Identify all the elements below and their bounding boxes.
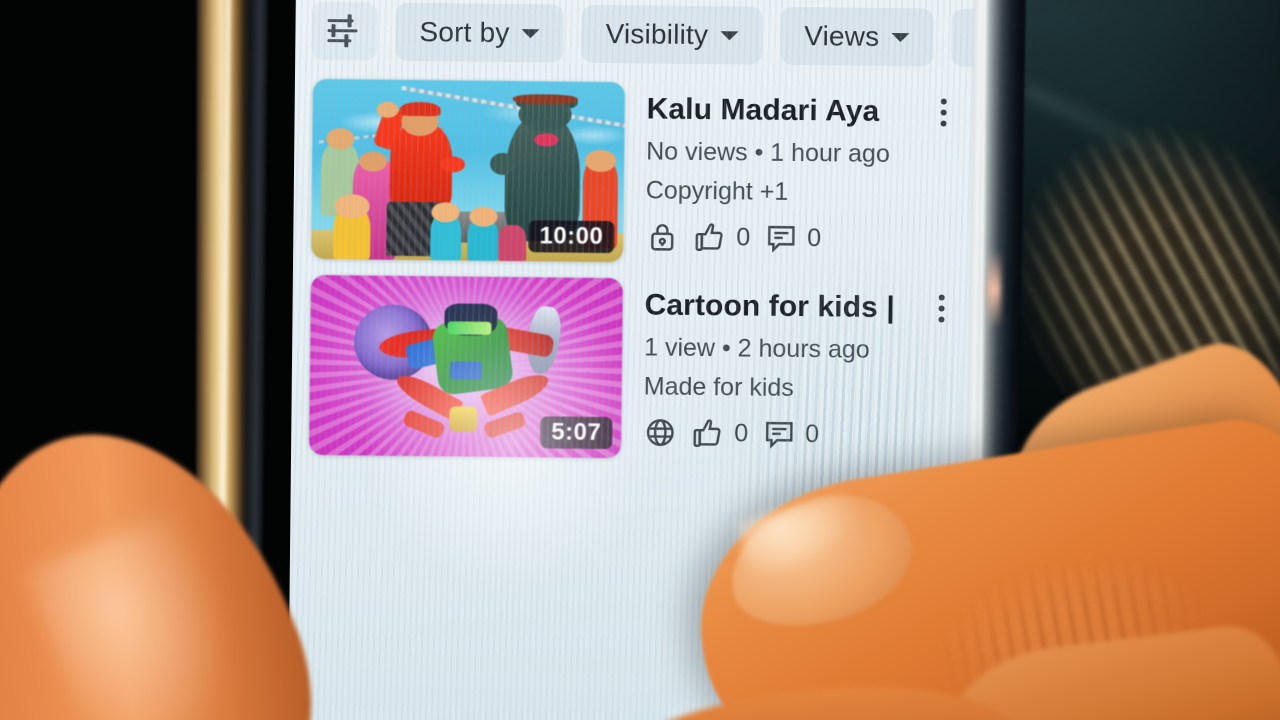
views-chip[interactable]: Views — [779, 6, 934, 67]
like-count: 0 — [691, 416, 748, 451]
video-options-menu-button[interactable] — [926, 287, 956, 329]
video-list-item[interactable]: 10:00 Kalu Madari Aya No views • 1 hour … — [293, 78, 977, 282]
comment-count: 0 — [762, 417, 819, 452]
filter-button[interactable] — [311, 1, 378, 61]
thumbs-up-icon — [693, 419, 721, 447]
video-title[interactable]: Cartoon for kids | Ki... — [644, 288, 902, 325]
video-status-line: Copyright +1 — [645, 176, 789, 206]
chevron-down-icon — [891, 32, 910, 42]
video-list-item[interactable]: 5:07 Cartoon for kids | Ki... 1 view • 2… — [291, 274, 975, 478]
video-status-line: Made for kids — [643, 372, 794, 402]
comment-icon — [767, 225, 795, 253]
sort-by-label: Sort by — [419, 16, 510, 48]
visibility-status — [643, 415, 677, 449]
like-count-value: 0 — [734, 418, 749, 448]
visibility-chip[interactable]: Visibility — [581, 4, 763, 65]
video-engagement-row: 0 0 — [645, 219, 975, 256]
like-count: 0 — [693, 220, 750, 255]
phone-bezel-right-reflection — [986, 250, 1002, 329]
video-thumbnail[interactable]: 10:00 — [311, 78, 625, 263]
video-title[interactable]: Kalu Madari Aya — [646, 92, 904, 129]
chevron-down-icon — [720, 30, 739, 40]
comment-count-value: 0 — [807, 223, 822, 252]
video-options-menu-button[interactable] — [928, 91, 958, 133]
video-meta: Kalu Madari Aya No views • 1 hour ago Co… — [623, 82, 977, 282]
visibility-status — [645, 219, 679, 253]
comment-count-value: 0 — [805, 419, 820, 448]
thumbs-up-icon — [695, 223, 723, 251]
video-thumbnail[interactable]: 5:07 — [309, 274, 623, 459]
filter-chip-row: Sort by Visibility Views R — [295, 0, 979, 74]
visibility-label: Visibility — [605, 17, 709, 51]
tune-icon — [327, 14, 361, 48]
video-meta: Cartoon for kids | Ki... 1 view • 2 hour… — [621, 278, 975, 478]
views-label: Views — [804, 20, 880, 52]
like-count-value: 0 — [736, 222, 751, 252]
sort-by-chip[interactable]: Sort by — [395, 2, 564, 63]
video-list: 10:00 Kalu Madari Aya No views • 1 hour … — [291, 78, 977, 478]
photo-scene: Sort by Visibility Views R — [0, 0, 1280, 720]
comment-count: 0 — [764, 221, 821, 256]
video-duration-badge: 10:00 — [528, 220, 615, 254]
globe-icon — [646, 419, 674, 446]
video-duration-badge: 5:07 — [540, 416, 613, 450]
lock-icon — [651, 224, 674, 251]
video-stats-line: 1 view • 2 hours ago — [644, 333, 870, 364]
comment-icon — [765, 421, 793, 449]
video-stats-line: No views • 1 hour ago — [646, 137, 890, 168]
chevron-down-icon — [521, 28, 540, 38]
video-engagement-row: 0 0 — [643, 415, 973, 452]
